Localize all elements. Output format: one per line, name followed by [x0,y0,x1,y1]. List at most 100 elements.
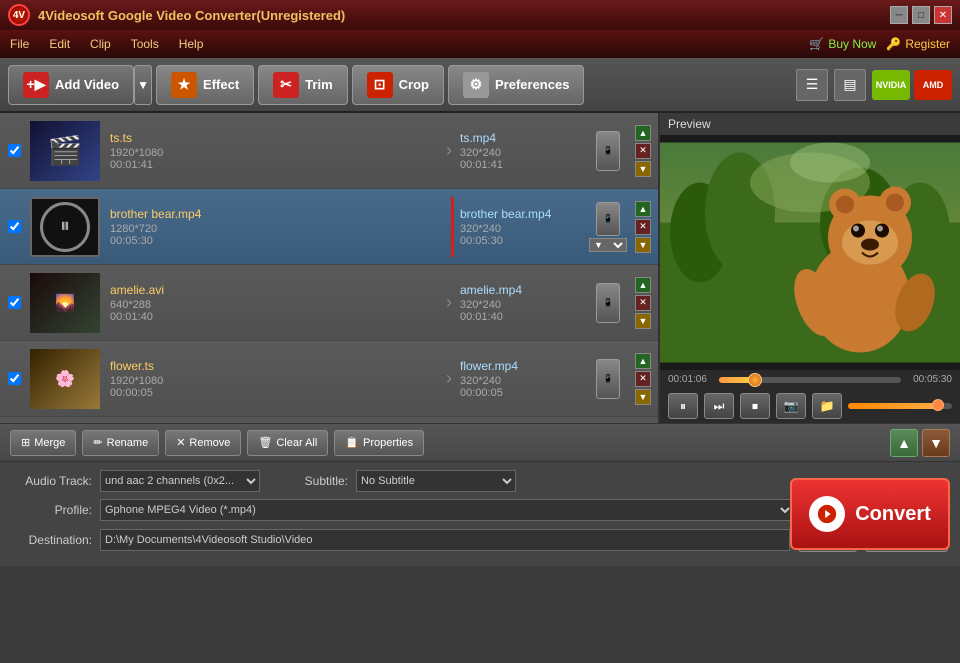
destination-input[interactable] [100,529,790,551]
menu-edit[interactable]: Edit [49,37,70,51]
register-button[interactable]: 🔑 Register [886,37,950,51]
menu-bar: File Edit Clip Tools Help 🛒 Buy Now 🔑 Re… [0,30,960,58]
row-del-1[interactable]: ✕ [635,143,651,159]
row-up-1[interactable]: ▲ [635,125,651,141]
file-dims-1: 1920*1080 [110,147,440,159]
next-frame-button[interactable]: ⏭ [704,393,734,419]
table-row: 🌸 flower.ts 1920*1080 00:00:05 › flower.… [0,341,658,417]
row-checkbox-1[interactable] [4,144,24,157]
preview-video [660,135,960,370]
row-up-2[interactable]: ▲ [635,201,651,217]
row-checkbox-2[interactable] [4,220,24,233]
remove-button[interactable]: ✕ Remove [165,430,241,456]
thumbnail-3: 🌄 [30,273,100,333]
row-controls-2: ▲ ✕ ▼ [632,201,654,253]
output-info-2: brother bear.mp4 320*240 00:05:30 [454,207,584,247]
crop-icon: ⊡ [367,72,393,98]
add-video-dropdown[interactable]: ▼ [134,65,152,105]
row-checkbox-3[interactable] [4,296,24,309]
output-info-3: amelie.mp4 320*240 00:01:40 [454,283,584,323]
row-controls-3: ▲ ✕ ▼ [632,277,654,329]
app-title: 4Videosoft Google Video Converter(Unregi… [38,8,345,23]
trim-button[interactable]: ✂ Trim [258,65,347,105]
effect-button[interactable]: ★ Effect [156,65,254,105]
preview-video-svg [660,135,960,370]
file-info-4: flower.ts 1920*1080 00:00:05 [106,359,444,399]
row-checkbox-4[interactable] [4,372,24,385]
row-down-3[interactable]: ▼ [635,313,651,329]
file-info-2: brother bear.mp4 1280*720 00:05:30 [106,207,451,247]
list-view-button[interactable]: ☰ [796,69,828,101]
stop-button[interactable]: ⏹ [740,393,770,419]
audio-track-select[interactable]: und aac 2 channels (0x2... [100,470,260,492]
output-time-1: 00:01:41 [460,159,578,171]
maximize-button[interactable]: □ [912,6,930,24]
device-icon-1: 📱 [588,126,628,176]
output-dims-4: 320*240 [460,375,578,387]
pause-button[interactable]: ⏸ [668,393,698,419]
app-icon: 4V [8,4,30,26]
row-up-3[interactable]: ▲ [635,277,651,293]
device-phone-1: 📱 [596,131,620,171]
menu-items: File Edit Clip Tools Help [10,37,203,51]
convert-icon [809,496,845,532]
thumbnail-1: 🎬 [30,121,100,181]
device-select-2[interactable]: ▼ [589,238,627,252]
output-time-3: 00:01:40 [460,311,578,323]
rename-button[interactable]: ✏ Rename [82,430,159,456]
row-down-1[interactable]: ▼ [635,161,651,177]
menu-clip[interactable]: Clip [90,37,111,51]
convert-button[interactable]: Convert [790,478,950,550]
subtitle-select[interactable]: No Subtitle [356,470,516,492]
nvidia-badge: NVIDIA [872,70,910,100]
minimize-button[interactable]: ─ [890,6,908,24]
volume-track[interactable] [848,403,952,409]
menu-file[interactable]: File [10,37,29,51]
preview-controls-bar: 00:01:06 00:05:30 [660,370,960,389]
row-down-4[interactable]: ▼ [635,389,651,405]
table-row: ⏸ brother bear.mp4 1280*720 00:05:30 bro… [0,189,658,265]
merge-button[interactable]: ⊞ Merge [10,430,76,456]
thumbnail-2: ⏸ [30,197,100,257]
folder-button[interactable]: 📁 [812,393,842,419]
row-controls-4: ▲ ✕ ▼ [632,353,654,405]
destination-label: Destination: [12,533,92,547]
audio-track-label: Audio Track: [12,474,92,488]
row-del-3[interactable]: ✕ [635,295,651,311]
crop-button[interactable]: ⊡ Crop [352,65,444,105]
progress-track[interactable] [719,377,901,383]
grid-view-button[interactable]: ▤ [834,69,866,101]
volume-thumb [932,399,944,411]
profile-select[interactable]: Gphone MPEG4 Video (*.mp4) [100,499,794,521]
preferences-button[interactable]: ⚙ Preferences [448,65,584,105]
file-name-3: amelie.avi [110,283,440,297]
merge-icon: ⊞ [21,436,30,449]
output-name-1: ts.mp4 [460,131,578,145]
file-dims-3: 640*288 [110,299,440,311]
device-phone-3: 📱 [596,283,620,323]
settings-area: Audio Track: und aac 2 channels (0x2... … [0,461,960,566]
properties-button[interactable]: 📋 Properties [334,430,424,456]
profile-label: Profile: [12,503,92,517]
buy-now-button[interactable]: 🛒 Buy Now [809,37,876,51]
row-up-4[interactable]: ▲ [635,353,651,369]
clear-all-button[interactable]: 🗑 Clear All [247,430,328,456]
bottom-toolbar: ⊞ Merge ✏ Rename ✕ Remove 🗑 Clear All 📋 … [0,423,960,461]
menu-right: 🛒 Buy Now 🔑 Register [809,37,950,51]
move-down-button[interactable]: ▼ [922,429,950,457]
close-button[interactable]: ✕ [934,6,952,24]
file-dims-4: 1920*1080 [110,375,440,387]
output-name-4: flower.mp4 [460,359,578,373]
properties-icon: 📋 [345,436,359,449]
file-time-2: 00:05:30 [110,235,447,247]
add-video-button[interactable]: +▶ Add Video [8,65,134,105]
add-video-icon: +▶ [23,72,49,98]
move-up-button[interactable]: ▲ [890,429,918,457]
row-down-2[interactable]: ▼ [635,237,651,253]
row-del-4[interactable]: ✕ [635,371,651,387]
convert-area: Convert [790,462,950,566]
menu-help[interactable]: Help [179,37,204,51]
screenshot-button[interactable]: 📷 [776,393,806,419]
menu-tools[interactable]: Tools [131,37,159,51]
row-del-2[interactable]: ✕ [635,219,651,235]
